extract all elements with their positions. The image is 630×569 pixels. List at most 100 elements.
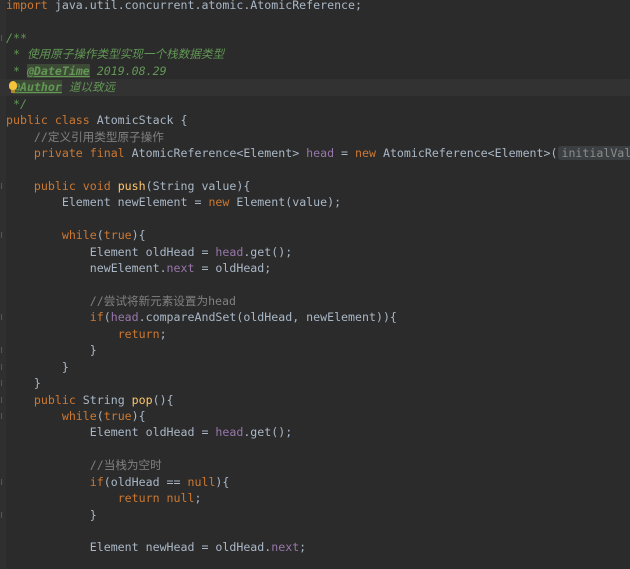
- code-editor[interactable]: import java.util.concurrent.atomic.Atomi…: [0, 0, 630, 569]
- code-line-26: while(true){: [0, 408, 630, 424]
- code-text: (oldHead ==: [103, 474, 188, 489]
- keyword: true: [103, 408, 132, 423]
- doc-comment-date: 2019.08.29: [89, 63, 167, 78]
- fold-marker-icon[interactable]: [1, 363, 6, 370]
- code-line-30: if(oldHead == null){: [0, 474, 630, 490]
- code-line-34: Element newHead = oldHead.next;: [0, 539, 630, 555]
- keyword: private final: [33, 145, 125, 160]
- doc-tag-author: @Author: [12, 80, 62, 95]
- field-head: head: [215, 425, 244, 440]
- code-text: ;: [299, 540, 307, 555]
- doc-comment: /**: [6, 30, 27, 45]
- fold-marker-icon[interactable]: [1, 478, 6, 485]
- fold-marker-icon[interactable]: [1, 380, 6, 387]
- import-path: java.util.concurrent.atomic.AtomicRefere…: [47, 0, 362, 12]
- fold-marker-icon[interactable]: [1, 511, 6, 518]
- code-line-27: Element oldHead = head.get();: [0, 424, 630, 440]
- code-text: (: [96, 408, 104, 423]
- field-head: head: [110, 310, 139, 325]
- fold-marker-icon[interactable]: [1, 347, 6, 354]
- fold-marker-icon[interactable]: [1, 182, 6, 189]
- code-line-6: @Author 道以致远: [0, 79, 630, 96]
- code-text: .get();: [243, 244, 293, 259]
- code-line-13: Element newElement = new Element(value);: [0, 194, 630, 210]
- code-text: ){: [131, 228, 146, 243]
- fold-marker-icon[interactable]: [1, 412, 6, 419]
- code-text: String: [75, 392, 132, 407]
- code-line-8: public class AtomicStack {: [0, 112, 630, 128]
- code-text: (String value){: [145, 178, 251, 193]
- code-text: }: [33, 376, 41, 391]
- fold-marker-icon[interactable]: [1, 232, 6, 239]
- code-text: .get();: [243, 425, 293, 440]
- code-text: (: [96, 228, 104, 243]
- code-text: AtomicReference<Element>(: [375, 145, 558, 160]
- code-line-29: //当栈为空时: [0, 457, 630, 473]
- code-line-19: //尝试将新元素设置为head: [0, 293, 630, 309]
- field-head: head: [215, 244, 244, 259]
- code-line-20: if(head.compareAndSet(oldHead, newElemen…: [0, 309, 630, 325]
- keyword: public class: [6, 113, 90, 128]
- line-comment: //定义引用类型原子操作: [33, 129, 164, 144]
- doc-comment: *: [6, 63, 27, 78]
- keyword-import: import: [6, 0, 48, 12]
- code-line-21: return;: [0, 326, 630, 342]
- code-line-7: */: [0, 96, 630, 112]
- code-area[interactable]: import java.util.concurrent.atomic.Atomi…: [0, 0, 630, 569]
- parameter-hint: initialValue:: [558, 145, 630, 160]
- code-line-5: * @DateTime 2019.08.29: [0, 63, 630, 79]
- keyword: new: [355, 145, 376, 160]
- keyword: public: [33, 392, 76, 407]
- fold-marker-icon[interactable]: [1, 314, 6, 321]
- code-text: (){: [152, 392, 174, 407]
- keyword: null: [187, 474, 216, 489]
- code-text: =: [334, 145, 356, 160]
- code-line-17: newElement.next = oldHead;: [0, 260, 630, 276]
- method-name-push: push: [117, 178, 146, 193]
- field-head: head: [306, 145, 335, 160]
- code-text: Element(value);: [229, 195, 342, 210]
- doc-comment: * 使用原子操作类型实现一个栈数据类型: [6, 47, 225, 62]
- code-line-4: * 使用原子操作类型实现一个栈数据类型: [0, 46, 630, 62]
- code-line-3: /**: [0, 30, 630, 46]
- code-text: ;: [194, 491, 202, 506]
- line-comment: //当栈为空时: [89, 458, 162, 473]
- class-name: AtomicStack {: [89, 113, 188, 128]
- keyword: return null: [117, 491, 195, 506]
- fold-marker-icon[interactable]: [1, 396, 6, 403]
- code-line-10: private final AtomicReference<Element> h…: [0, 145, 630, 161]
- code-text: ){: [215, 474, 230, 489]
- code-line-24: }: [0, 375, 630, 391]
- code-text: ;: [159, 326, 167, 341]
- doc-comment-author: 道以致远: [61, 80, 116, 95]
- code-line-12: public void push(String value){: [0, 178, 630, 194]
- keyword: if: [89, 310, 104, 325]
- keyword: true: [103, 228, 132, 243]
- code-text: AtomicReference<Element>: [124, 145, 307, 160]
- code-text: (: [103, 310, 111, 325]
- fold-marker-icon[interactable]: [1, 34, 6, 41]
- line-comment: //尝试将新元素设置为: [89, 293, 209, 308]
- lightbulb-icon[interactable]: [9, 81, 17, 94]
- keyword: public void: [33, 178, 111, 193]
